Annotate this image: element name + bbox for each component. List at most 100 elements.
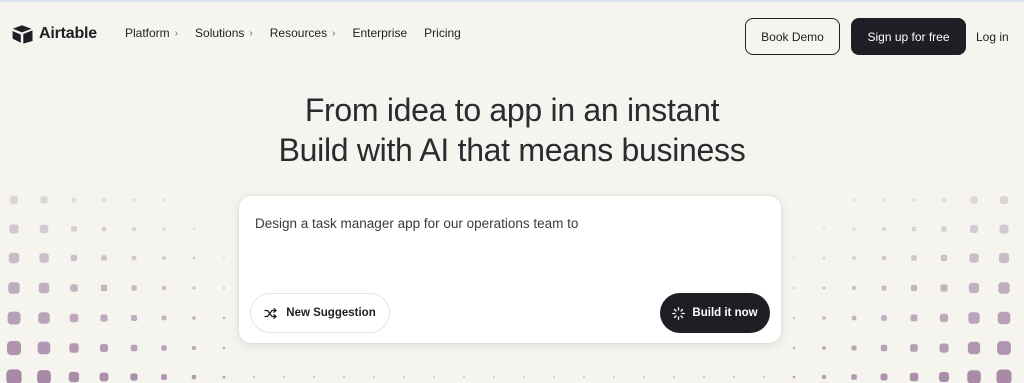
decorative-dot xyxy=(673,376,675,378)
new-suggestion-button[interactable]: New Suggestion xyxy=(250,293,390,333)
hero-line-1: From idea to app in an instant xyxy=(304,92,720,128)
decorative-dot xyxy=(910,314,918,322)
decorative-dot xyxy=(939,372,949,382)
decorative-dot xyxy=(222,316,226,320)
decorative-dot xyxy=(68,371,80,383)
decorative-dot xyxy=(101,226,107,232)
ai-prompt-card: Design a task manager app for our operat… xyxy=(239,196,781,343)
decorative-dot xyxy=(822,256,826,260)
decorative-dot xyxy=(968,282,980,294)
decorative-dot xyxy=(967,370,981,383)
decorative-dot xyxy=(130,344,138,352)
decorative-dot xyxy=(793,317,795,319)
decorative-dot xyxy=(911,255,917,261)
decorative-dot xyxy=(793,228,795,230)
decorative-dot xyxy=(161,374,167,380)
decorative-dot xyxy=(793,199,795,201)
brand-logo[interactable]: Airtable xyxy=(12,24,97,44)
decorative-dot xyxy=(100,344,108,352)
decorative-dot xyxy=(999,224,1009,234)
decorative-dot xyxy=(881,315,887,321)
decorative-dot xyxy=(9,224,19,234)
decorative-dot xyxy=(882,198,886,202)
decorative-dot xyxy=(131,315,137,321)
decorative-dot xyxy=(191,374,197,380)
decorative-dot xyxy=(852,286,856,290)
decorative-dot xyxy=(162,256,166,260)
decorative-dot xyxy=(880,344,888,352)
nav-item-resources[interactable]: Resources › xyxy=(270,26,336,40)
prompt-input[interactable]: Design a task manager app for our operat… xyxy=(255,216,578,231)
decorative-dot xyxy=(822,227,826,231)
decorative-dot xyxy=(69,343,79,353)
decorative-dot xyxy=(373,376,375,378)
decorative-dot xyxy=(969,253,979,263)
decorative-dot xyxy=(37,341,51,355)
decorative-dot xyxy=(851,374,857,380)
decorative-dot xyxy=(99,372,109,382)
decorative-dot xyxy=(996,369,1012,383)
decorative-dot xyxy=(939,343,949,353)
new-suggestion-label: New Suggestion xyxy=(286,307,376,319)
decorative-dot xyxy=(161,315,167,321)
decorative-dot xyxy=(793,257,795,259)
decorative-dot xyxy=(733,376,735,378)
decorative-dot xyxy=(223,257,225,259)
decorative-dot xyxy=(100,284,108,292)
chevron-right-icon: › xyxy=(174,27,179,39)
decorative-dot xyxy=(792,346,796,350)
decorative-dot xyxy=(71,197,77,203)
decorative-dot xyxy=(997,311,1011,325)
book-demo-button[interactable]: Book Demo xyxy=(745,18,840,55)
decorative-dot xyxy=(40,196,48,204)
decorative-dot xyxy=(613,376,615,378)
decorative-dot xyxy=(192,286,196,290)
decorative-dot xyxy=(882,227,886,231)
decorative-dot xyxy=(131,255,137,261)
build-it-now-button[interactable]: Build it now xyxy=(660,293,770,333)
log-in-link[interactable]: Log in xyxy=(976,30,1009,44)
decorative-dot xyxy=(793,287,795,289)
decorative-dot xyxy=(463,376,465,378)
decorative-dot xyxy=(10,196,18,204)
decorative-dot xyxy=(101,255,107,261)
decorative-dot xyxy=(433,376,435,378)
decorative-dot xyxy=(553,376,555,378)
decorative-dot xyxy=(162,227,166,231)
nav-item-label: Pricing xyxy=(424,26,461,40)
nav-item-label: Resources xyxy=(269,26,328,40)
decorative-dot xyxy=(822,286,826,290)
decorative-dot xyxy=(130,373,138,381)
decorative-dot xyxy=(852,227,856,231)
decorative-dot xyxy=(941,226,947,232)
spinner-icon xyxy=(672,306,686,320)
nav-item-label: Solutions xyxy=(195,26,245,40)
decorative-dot xyxy=(192,316,196,320)
nav-item-pricing[interactable]: Pricing xyxy=(424,26,461,40)
decorative-dot xyxy=(967,341,981,355)
decorative-dot xyxy=(39,253,49,263)
decorative-dot xyxy=(131,285,137,291)
hero-line-2: Build with AI that means business xyxy=(278,132,746,168)
decorative-dot xyxy=(192,227,196,231)
decorative-dot xyxy=(223,287,225,289)
nav-item-enterprise[interactable]: Enterprise xyxy=(352,26,407,40)
decorative-dot xyxy=(8,252,20,264)
decorative-dot xyxy=(493,376,495,378)
decorative-dot xyxy=(880,373,888,381)
decorative-dot xyxy=(70,284,78,292)
decorative-dot xyxy=(822,316,826,320)
decorative-dot xyxy=(283,376,285,378)
hero-heading: From idea to app in an instant Build wit… xyxy=(0,90,1024,170)
decorative-dot xyxy=(998,282,1010,294)
nav-item-label: Enterprise xyxy=(352,26,408,40)
nav-item-solutions[interactable]: Solutions › xyxy=(195,26,253,40)
decorative-dot xyxy=(792,375,796,379)
decorative-dot xyxy=(222,346,226,350)
sign-up-button[interactable]: Sign up for free xyxy=(851,18,966,55)
decorative-dot xyxy=(583,376,585,378)
decorative-dot xyxy=(912,198,916,202)
nav-item-platform[interactable]: Platform › xyxy=(125,26,178,40)
decorative-dot xyxy=(823,199,825,201)
decorative-dot xyxy=(192,256,196,260)
